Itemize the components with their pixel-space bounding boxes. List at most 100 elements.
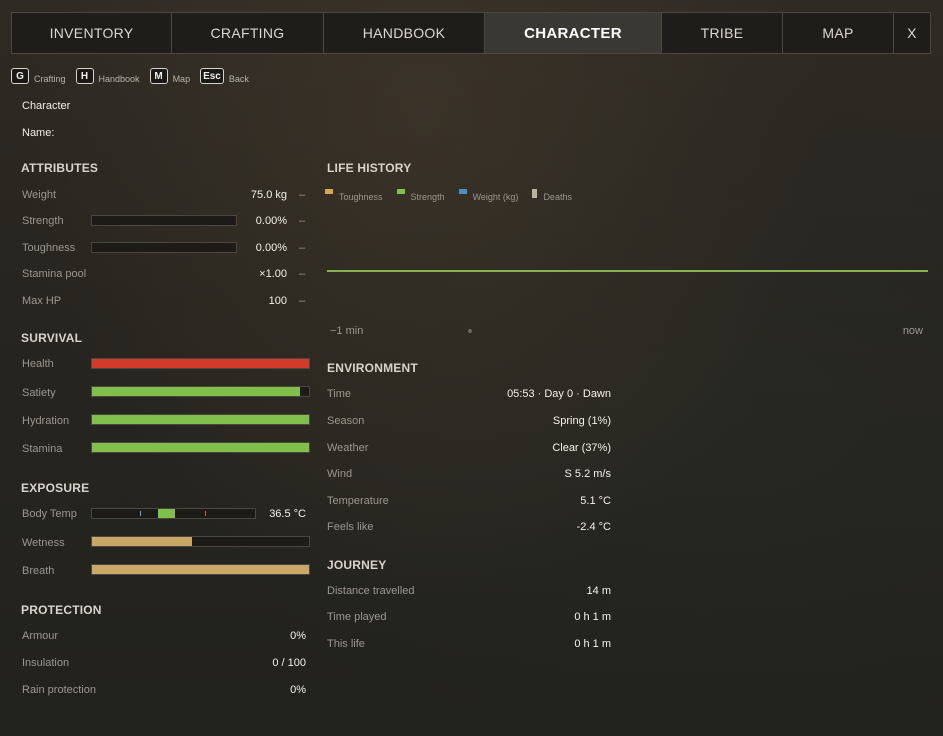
distance-value: 14 m [586, 585, 611, 597]
strength-value: 0.00% [255, 215, 287, 227]
tab-handbook[interactable]: HANDBOOK [324, 12, 485, 54]
environment-title: ENVIRONMENT [327, 361, 418, 375]
temperature-value: 5.1 °C [580, 495, 611, 507]
armour-label: Armour [22, 630, 59, 642]
insulation-label: Insulation [22, 657, 70, 669]
stamina-pool-value: ×1.00 [259, 268, 287, 280]
hydration-label: Hydration [22, 415, 70, 427]
body-temp-indicator [158, 509, 175, 518]
hotkey-label: Crafting [34, 74, 66, 84]
this-life-label: This life [327, 638, 365, 650]
stamina-bar-fill [92, 443, 309, 452]
wetness-label: Wetness [22, 537, 65, 549]
satiety-bar [91, 386, 310, 397]
legend-swatch [325, 189, 333, 194]
feels-like-label: Feels like [327, 521, 374, 533]
health-bar [91, 358, 310, 369]
stamina-label: Stamina [22, 443, 63, 455]
max-hp-value: 100 [268, 295, 287, 307]
stamina-pool-dash: – [299, 268, 306, 280]
breath-label: Breath [22, 565, 55, 577]
exposure-title: EXPOSURE [21, 481, 90, 495]
breath-bar-fill [92, 565, 309, 574]
hydration-bar-fill [92, 415, 309, 424]
hotkey-label: Map [172, 74, 191, 84]
legend-item-strength[interactable]: Strength [396, 188, 445, 202]
legend-label: Deaths [543, 192, 572, 202]
life-history-title: LIFE HISTORY [327, 161, 412, 175]
wind-label: Wind [327, 468, 353, 480]
wetness-bar [91, 536, 310, 547]
feels-like-value: -2.4 °C [576, 521, 611, 533]
close-button[interactable]: X [894, 12, 931, 54]
max-hp-dash: – [299, 295, 306, 307]
hotkey-crafting[interactable]: G Crafting [11, 68, 66, 84]
health-bar-fill [92, 359, 309, 368]
body-temp-value: 36.5 °C [269, 508, 306, 520]
temperature-label: Temperature [327, 495, 389, 507]
time-played-label: Time played [327, 611, 387, 623]
hotkey-back[interactable]: Esc Back [200, 68, 249, 84]
weight-label: Weight [22, 189, 57, 201]
tab-crafting[interactable]: CRAFTING [172, 12, 324, 54]
this-life-value: 0 h 1 m [574, 638, 611, 650]
legend-item-weight[interactable]: Weight (kg) [458, 188, 519, 202]
hotkey-handbook[interactable]: H Handbook [75, 68, 140, 84]
key-m: M [149, 68, 168, 84]
tab-tribe[interactable]: TRIBE [662, 12, 783, 54]
health-label: Health [22, 358, 54, 370]
attributes-title: ATTRIBUTES [21, 161, 99, 175]
life-history-series-line [327, 270, 928, 272]
toughness-label: Toughness [22, 242, 76, 254]
legend-swatch [532, 189, 538, 198]
key-g: G [11, 68, 29, 84]
tab-character[interactable]: CHARACTER [485, 12, 662, 54]
weight-value: 75.0 kg [250, 189, 287, 201]
wetness-bar-fill [92, 537, 192, 546]
insulation-value: 0 / 100 [272, 657, 306, 669]
life-history-legend: Toughness Strength Weight (kg) Deaths [325, 188, 586, 202]
legend-swatch [396, 189, 405, 194]
legend-item-toughness[interactable]: Toughness [325, 188, 383, 202]
toughness-dash: – [299, 242, 306, 254]
cold-threshold-marker [140, 511, 141, 516]
history-x-start: −1 min [330, 325, 364, 337]
body-temp-gauge [91, 508, 256, 519]
rain-protection-value: 0% [290, 684, 306, 696]
time-played-value: 0 h 1 m [574, 611, 611, 623]
season-value: Spring (1%) [552, 415, 611, 427]
wind-value: S 5.2 m/s [564, 468, 611, 480]
weather-value: Clear (37%) [552, 442, 611, 454]
name-label: Name: [22, 127, 55, 139]
stamina-pool-label: Stamina pool [22, 268, 87, 280]
toughness-value: 0.00% [255, 242, 287, 254]
legend-item-deaths[interactable]: Deaths [532, 188, 572, 202]
body-temp-label: Body Temp [22, 508, 77, 520]
journey-title: JOURNEY [327, 558, 387, 572]
legend-label: Strength [410, 192, 445, 202]
satiety-bar-fill [92, 387, 301, 396]
tab-map[interactable]: MAP [783, 12, 894, 54]
hotkey-map[interactable]: M Map [149, 68, 191, 84]
rain-protection-label: Rain protection [22, 684, 96, 696]
time-value: 05:53 · Day 0 · Dawn [507, 388, 611, 400]
key-esc: Esc [200, 68, 224, 84]
breath-bar [91, 564, 310, 575]
hotkey-hints: G Crafting H Handbook M Map Esc Back [11, 68, 259, 84]
hot-threshold-marker [205, 511, 206, 516]
tab-bar: INVENTORY CRAFTING HANDBOOK CHARACTER TR… [11, 12, 931, 54]
history-scrubber-dot [468, 329, 472, 333]
season-label: Season [327, 415, 365, 427]
armour-value: 0% [290, 630, 306, 642]
satiety-label: Satiety [22, 387, 56, 399]
distance-label: Distance travelled [327, 585, 415, 597]
hotkey-label: Handbook [98, 74, 140, 84]
survival-title: SURVIVAL [21, 331, 83, 345]
tab-inventory[interactable]: INVENTORY [11, 12, 172, 54]
hydration-bar [91, 414, 310, 425]
character-heading: Character [22, 100, 71, 112]
stamina-bar [91, 442, 310, 453]
legend-label: Weight (kg) [472, 192, 519, 202]
strength-dash: – [299, 215, 306, 227]
weight-dash: – [299, 189, 306, 201]
